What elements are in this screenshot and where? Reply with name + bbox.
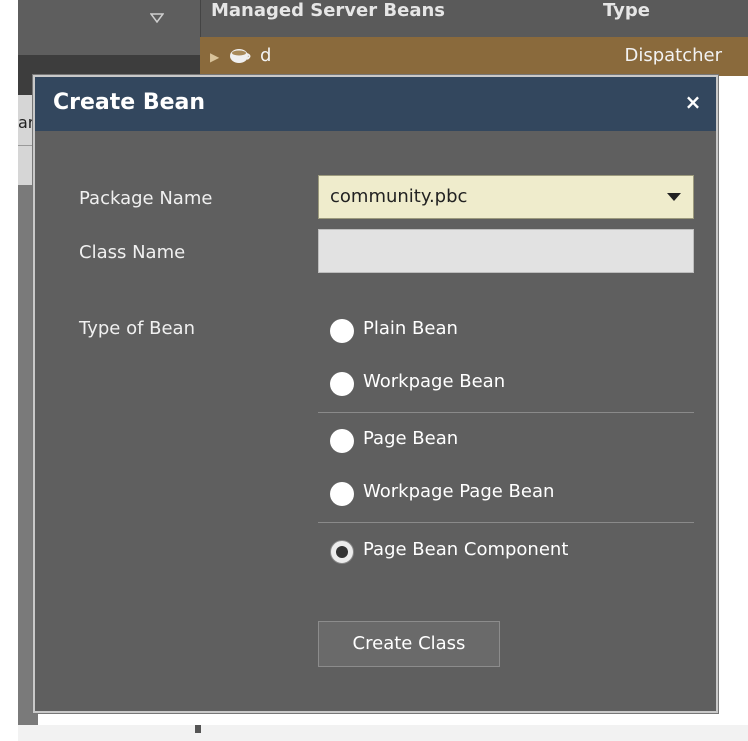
- chevron-down-icon[interactable]: [150, 13, 164, 23]
- bean-cup-icon: [230, 49, 251, 63]
- package-name-select[interactable]: community.pbc: [318, 175, 694, 219]
- class-name-label: Class Name: [79, 242, 186, 263]
- radio-button-selected[interactable]: [330, 540, 354, 564]
- table-row[interactable]: ▶ d Dispatcher: [200, 37, 748, 76]
- resize-handle[interactable]: [195, 725, 201, 733]
- dropdown-arrow-icon[interactable]: [667, 193, 681, 201]
- column-header-name[interactable]: Managed Server Beans: [211, 0, 445, 21]
- divider: [318, 412, 694, 413]
- left-panel-header: [18, 0, 200, 56]
- beans-table-header: Managed Server Beans Type: [200, 0, 748, 37]
- row-type: Dispatcher: [624, 45, 722, 66]
- package-name-value: community.pbc: [330, 186, 468, 207]
- dialog-header[interactable]: Create Bean ×: [35, 77, 716, 131]
- radio-label: Workpage Page Bean: [363, 481, 555, 502]
- bottom-bar: [18, 725, 748, 741]
- class-name-input[interactable]: [318, 229, 694, 273]
- type-of-bean-label: Type of Bean: [79, 318, 195, 339]
- radio-button[interactable]: [330, 372, 354, 396]
- radio-button[interactable]: [330, 319, 354, 343]
- column-header-type[interactable]: Type: [603, 0, 650, 21]
- close-icon[interactable]: ×: [680, 89, 706, 115]
- radio-button[interactable]: [330, 429, 354, 453]
- create-bean-dialog: Create Bean × Package Name community.pbc…: [33, 75, 718, 713]
- package-name-label: Package Name: [79, 188, 213, 209]
- dialog-title: Create Bean: [53, 90, 206, 115]
- radio-label: Plain Bean: [363, 318, 458, 339]
- radio-label: Page Bean Component: [363, 539, 569, 560]
- row-name: d: [260, 45, 272, 66]
- radio-label: Workpage Bean: [363, 371, 506, 392]
- create-class-button[interactable]: Create Class: [318, 621, 500, 667]
- expand-arrow-icon[interactable]: ▶: [210, 50, 219, 64]
- radio-label: Page Bean: [363, 428, 459, 449]
- divider: [318, 522, 694, 523]
- radio-button[interactable]: [330, 482, 354, 506]
